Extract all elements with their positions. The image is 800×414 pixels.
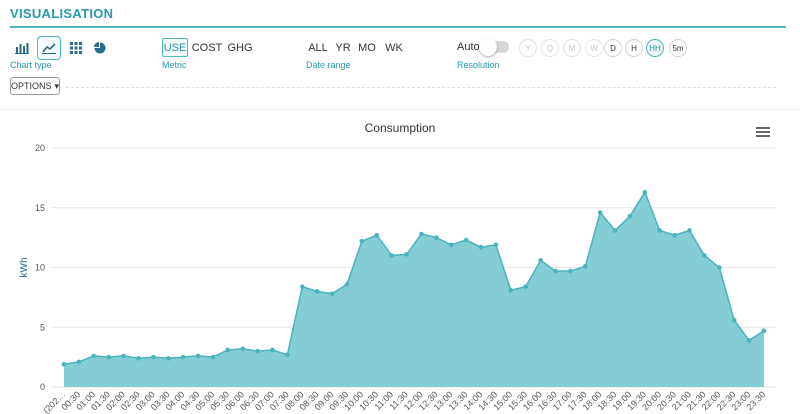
data-point [642, 189, 648, 195]
data-point [285, 352, 290, 358]
data-point [121, 353, 126, 359]
data-point [448, 242, 454, 248]
data-point [61, 361, 67, 367]
data-point [672, 232, 677, 238]
data-point [687, 228, 692, 233]
y-tick-label: 0 [40, 382, 45, 392]
data-point [136, 356, 141, 361]
data-point [359, 238, 365, 244]
data-point [374, 232, 380, 238]
data-point [255, 348, 260, 354]
data-point [657, 228, 663, 233]
data-point [210, 354, 216, 360]
data-point [180, 354, 186, 360]
data-point [463, 237, 469, 243]
consumption-chart: 05101520kWh(202…00:3001:0001:3002:0002:3… [19, 143, 776, 414]
data-point [493, 242, 499, 248]
data-point [165, 356, 171, 361]
data-point [538, 258, 543, 263]
data-point [508, 287, 514, 293]
data-point [91, 353, 97, 359]
data-point [717, 265, 722, 270]
data-point [553, 268, 558, 274]
data-point [314, 289, 320, 294]
data-point [419, 231, 424, 237]
data-point [761, 328, 767, 334]
data-point [225, 347, 231, 353]
data-point [627, 213, 633, 219]
data-point [568, 268, 573, 274]
data-point [195, 353, 201, 359]
data-point [299, 284, 305, 289]
data-point [76, 359, 82, 365]
data-point [478, 244, 484, 250]
data-point [240, 346, 246, 352]
y-tick-label: 15 [35, 203, 45, 213]
data-point [702, 253, 707, 258]
data-point [746, 338, 752, 343]
data-point [270, 347, 275, 353]
data-point [612, 228, 618, 233]
data-point [389, 253, 394, 258]
y-axis-label: kWh [19, 258, 30, 278]
data-point [344, 281, 350, 287]
y-tick-label: 20 [35, 143, 45, 153]
data-point [434, 235, 439, 240]
y-tick-label: 5 [40, 322, 45, 332]
data-point [106, 354, 111, 360]
data-point [523, 284, 529, 289]
data-point [597, 210, 603, 215]
data-point [151, 354, 156, 360]
data-point [329, 291, 335, 297]
data-point [404, 252, 409, 257]
data-point [731, 317, 737, 323]
y-tick-label: 10 [35, 263, 45, 273]
data-point [582, 264, 588, 269]
